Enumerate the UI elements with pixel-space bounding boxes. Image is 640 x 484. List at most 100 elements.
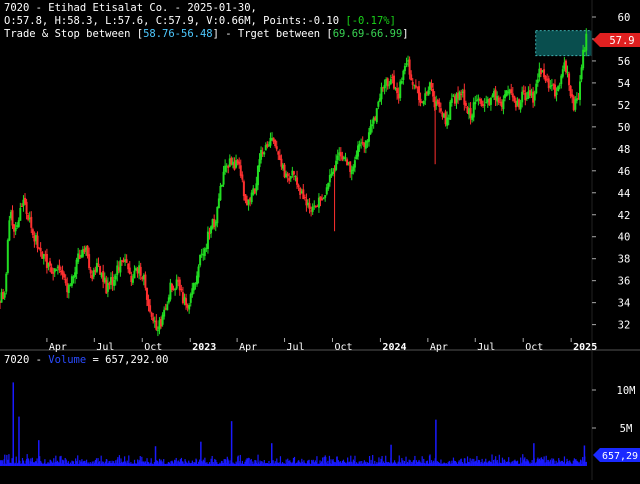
candle-body (274, 139, 277, 147)
volume-bar (217, 464, 220, 466)
volume-bar (183, 463, 185, 466)
volume-bar (1, 460, 3, 466)
volume-bar (316, 456, 318, 466)
candle-body (36, 235, 39, 249)
candle-body (358, 144, 361, 147)
volume-bar (540, 457, 543, 466)
volume-bar (449, 463, 451, 466)
candle-body (303, 197, 306, 199)
volume-bar (103, 464, 105, 466)
volume-bar (457, 463, 459, 466)
volume-bar (311, 459, 313, 466)
volume-bar (516, 460, 519, 466)
volume-bar (502, 462, 504, 466)
candle-body (579, 81, 582, 100)
volume-bar (374, 463, 376, 466)
candle-body (432, 88, 435, 97)
volume-bar (464, 458, 466, 466)
volume-bar (538, 458, 541, 466)
candle-body (339, 152, 342, 157)
volume-bar (157, 463, 160, 466)
candle-body (289, 176, 292, 179)
volume-bar (526, 458, 528, 466)
volume-bar-spike (533, 443, 535, 466)
volume-bar (41, 462, 43, 466)
volume-bar-spike (200, 441, 202, 466)
candle-body (392, 75, 395, 89)
candle-body (371, 124, 374, 127)
candle-body (49, 261, 52, 266)
volume-bar (42, 463, 44, 466)
volume-bar (221, 461, 223, 466)
candle-body (522, 90, 525, 93)
candle-body (97, 263, 100, 266)
volume-bar (402, 460, 404, 466)
candle-body (133, 270, 136, 279)
volume-bar-spike (12, 382, 15, 466)
volume-bar (484, 461, 486, 466)
candle-body (377, 101, 380, 107)
volume-bar (409, 460, 411, 466)
volume-value: = 657,292.00 (92, 354, 169, 366)
volume-bar (63, 460, 65, 466)
volume-bar (170, 461, 172, 466)
candle-body (510, 89, 513, 94)
candle-body (497, 97, 500, 103)
vol-tick-label: 10M (617, 385, 636, 397)
volume-bar (529, 463, 532, 466)
volume-bar (278, 463, 280, 466)
volume-bar (148, 463, 150, 466)
volume-bar (338, 461, 340, 466)
candle-body (383, 84, 386, 89)
volume-bar (172, 463, 174, 466)
volume-bar (509, 463, 511, 466)
volume-bar (117, 463, 119, 466)
volume-bar (544, 462, 546, 466)
volume-bar (106, 463, 109, 466)
volume-bar (88, 463, 90, 466)
volume-bar (30, 458, 32, 466)
candle-body (568, 73, 571, 86)
volume-bar (144, 461, 147, 466)
volume-bar (214, 458, 216, 466)
y-tick-label: 60 (618, 12, 631, 24)
volume-bar (535, 462, 537, 466)
volume-bar (566, 458, 568, 466)
volume-bar (555, 460, 557, 466)
volume-bar (20, 463, 23, 466)
candle-body (185, 298, 188, 306)
volume-bar (352, 459, 355, 466)
volume-bar (55, 461, 57, 466)
volume-bar (422, 463, 424, 466)
header-trade-stop: Trade & Stop between [58.76-56.48] - Trg… (4, 28, 409, 40)
volume-bar (254, 460, 256, 466)
x-tick-label: 2023 (192, 342, 216, 353)
candle-body (296, 177, 299, 185)
volume-bar (585, 461, 587, 466)
volume-bar (243, 463, 245, 466)
volume-bar (210, 458, 212, 466)
candle-body (89, 269, 92, 274)
y-tick-label: 38 (618, 254, 631, 266)
candle-body (411, 82, 414, 85)
volume-bar (190, 462, 192, 466)
x-tick-label: Apr (239, 342, 257, 353)
volume-bar (249, 463, 251, 466)
volume-bar (380, 458, 382, 466)
volume-bar (125, 462, 127, 466)
volume-bar (504, 461, 506, 466)
candle-body (294, 176, 297, 178)
volume-bar (208, 462, 211, 466)
volume-bar (467, 461, 470, 466)
volume-bar (205, 463, 207, 466)
candle-body (222, 171, 225, 185)
volume-bar (454, 461, 457, 466)
header-ohlc: O:57.8, H:58.3, L:57.6, C:57.9, V:0.66M,… (4, 15, 396, 27)
volume-bar (442, 463, 444, 466)
volume-bar (150, 458, 152, 466)
volume-bar (427, 463, 430, 466)
candle-body (155, 320, 158, 330)
volume-bar (403, 461, 406, 466)
volume-bar (294, 463, 296, 466)
candle-body (216, 206, 219, 224)
